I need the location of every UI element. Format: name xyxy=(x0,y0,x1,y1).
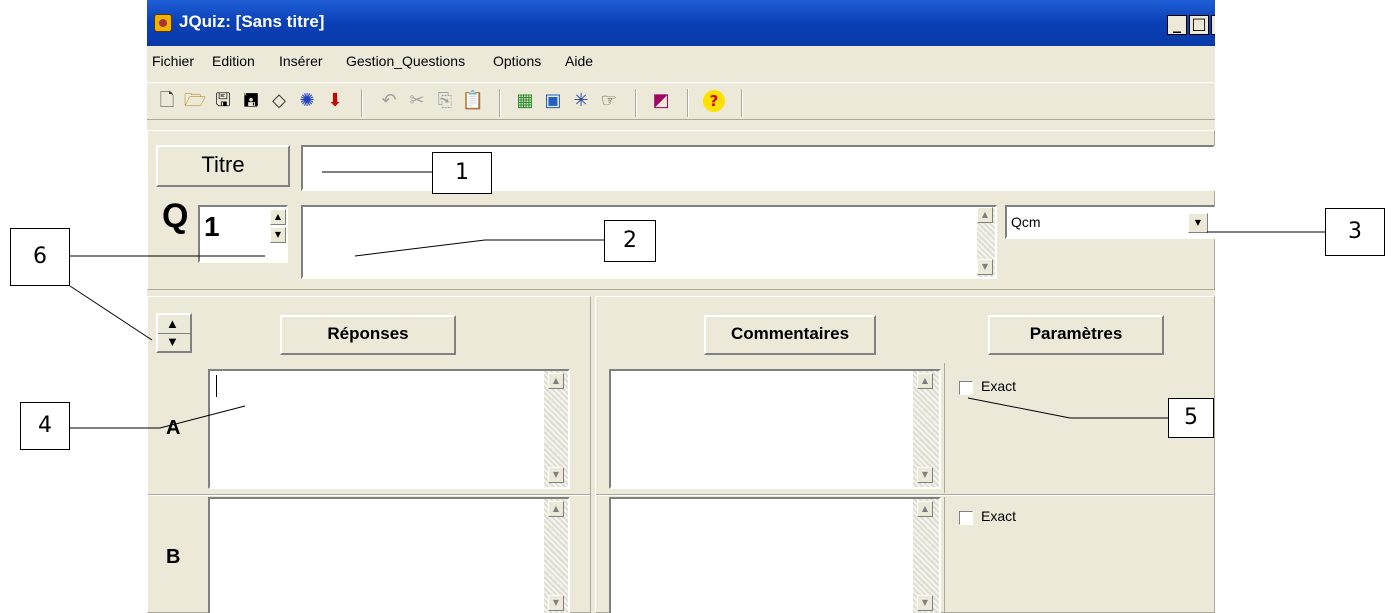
callout-5: 5 xyxy=(1168,398,1214,438)
callout-4: 4 xyxy=(20,402,70,450)
callout-6: 6 xyxy=(10,228,70,286)
leader-line-4 xyxy=(70,405,246,429)
callout-2: 2 xyxy=(604,220,656,262)
callout-3: 3 xyxy=(1325,208,1385,256)
callout-1: 1 xyxy=(432,152,492,194)
callout-lines xyxy=(69,171,1325,429)
leader-line-6b xyxy=(69,285,153,341)
leader-line-2 xyxy=(354,239,604,257)
leader-line-5 xyxy=(967,397,1168,419)
